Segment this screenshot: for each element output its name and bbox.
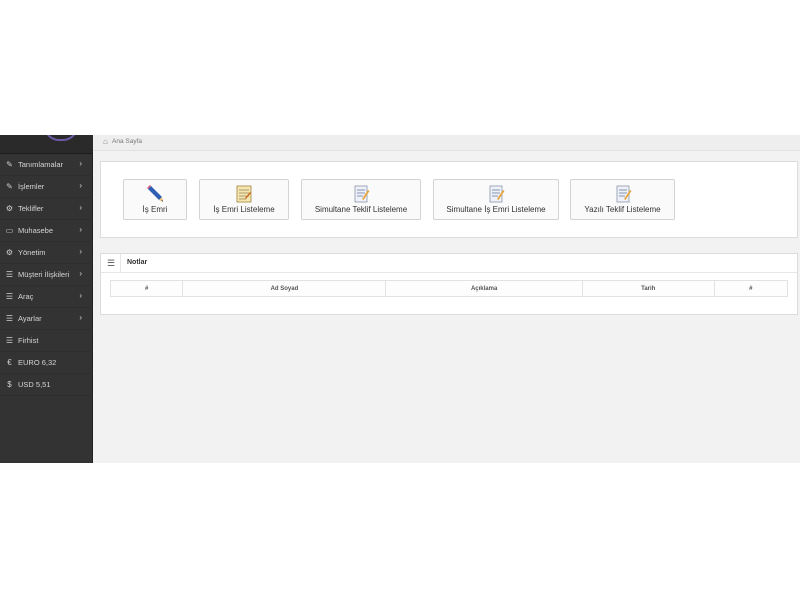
sidebar-item-label: Muhasebe xyxy=(18,226,54,235)
sidebar-item-euro-rate[interactable]: € EURO 6,32 xyxy=(0,352,93,374)
sidebar-item-muhasebe[interactable]: ▭ Muhasebe › xyxy=(0,220,93,242)
is-emri-listeleme-button[interactable]: İş Emri Listeleme xyxy=(199,179,289,220)
button-label: İş Emri Listeleme xyxy=(213,205,275,214)
sidebar-item-label: Teklifler xyxy=(18,204,44,213)
logo[interactable] xyxy=(44,135,78,141)
sidebar-item-firhist[interactable]: ☰ Firhist xyxy=(0,330,93,352)
column-header-tarih[interactable]: Tarih xyxy=(581,280,715,297)
notepad-icon xyxy=(236,185,252,203)
gears-icon: ⚙ xyxy=(5,248,14,257)
list-icon: ☰ xyxy=(5,314,14,323)
sidebar-menu: ✎ Tanımlamalar › ✎ İşlemler › ⚙ Teklifle… xyxy=(0,154,93,396)
logo-area xyxy=(0,135,93,154)
sidebar-item-label: Firhist xyxy=(18,336,39,345)
home-icon[interactable]: ⌂ xyxy=(103,137,108,146)
breadcrumb-home-link[interactable]: Ana Sayfa xyxy=(112,138,142,145)
document-edit-icon xyxy=(354,185,370,203)
list-icon: ☰ xyxy=(5,270,14,279)
sidebar-item-label: USD 5,51 xyxy=(18,380,51,389)
document-edit-icon xyxy=(616,185,631,203)
pencil-icon xyxy=(147,185,163,202)
dollar-icon: $ xyxy=(7,380,12,389)
button-label: Yazılı Teklif Listeleme xyxy=(584,205,661,214)
sidebar-item-usd-rate[interactable]: $ USD 5,51 xyxy=(0,374,93,396)
sidebar-item-label: Araç xyxy=(18,292,34,301)
shortcuts-panel: İş Emri İş Emri Listeleme Simultane Tekl… xyxy=(100,161,798,238)
sidebar-item-label: Ayarlar xyxy=(18,314,42,323)
sidebar-item-teklifler[interactable]: ⚙ Teklifler › xyxy=(0,198,93,220)
chevron-right-icon: › xyxy=(79,269,82,278)
app-shell: ✎ Tanımlamalar › ✎ İşlemler › ⚙ Teklifle… xyxy=(0,135,800,463)
chevron-right-icon: › xyxy=(79,247,82,256)
list-icon: ☰ xyxy=(5,292,14,301)
euro-icon: € xyxy=(7,358,12,367)
sidebar-item-ayarlar[interactable]: ☰ Ayarlar › xyxy=(0,308,93,330)
button-label: Simultane İş Emri Listeleme xyxy=(446,205,546,214)
chevron-right-icon: › xyxy=(79,225,82,234)
sidebar-item-islemler[interactable]: ✎ İşlemler › xyxy=(0,176,93,198)
hamburger-icon[interactable]: ☰ xyxy=(107,258,115,269)
column-header-actions[interactable]: # xyxy=(713,280,789,297)
sidebar-item-label: Tanımlamalar xyxy=(18,160,64,169)
gears-icon: ⚙ xyxy=(5,204,14,213)
sidebar-item-yonetim[interactable]: ⚙ Yönetim › xyxy=(0,242,93,264)
notes-title: Notlar xyxy=(127,259,148,266)
pencil-icon: ✎ xyxy=(6,182,13,191)
yazili-teklif-listeleme-button[interactable]: Yazılı Teklif Listeleme xyxy=(570,179,675,220)
column-header-index[interactable]: # xyxy=(109,280,184,297)
chevron-right-icon: › xyxy=(79,203,82,212)
sidebar-item-tanimlamalar[interactable]: ✎ Tanımlamalar › xyxy=(0,154,93,176)
sidebar-item-arac[interactable]: ☰ Araç › xyxy=(0,286,93,308)
button-label: İş Emri xyxy=(142,205,168,214)
chevron-right-icon: › xyxy=(79,313,82,322)
sidebar-item-musteri-iliskileri[interactable]: ☰ Müşteri İlişkileri › xyxy=(0,264,93,286)
notes-table: # Ad Soyad Açıklama Tarih # xyxy=(109,280,789,297)
sidebar-item-label: Yönetim xyxy=(18,248,46,257)
simultane-is-emri-listeleme-button[interactable]: Simultane İş Emri Listeleme xyxy=(433,179,559,220)
sidebar-item-label: İşlemler xyxy=(18,182,45,191)
sidebar-item-label: Müşteri İlişkileri xyxy=(18,270,70,279)
money-icon: ▭ xyxy=(5,226,14,235)
is-emri-button[interactable]: İş Emri xyxy=(123,179,187,220)
notes-table-header-row: # Ad Soyad Açıklama Tarih # xyxy=(109,280,789,297)
chevron-right-icon: › xyxy=(79,159,82,168)
chevron-right-icon: › xyxy=(79,291,82,300)
document-edit-icon xyxy=(489,185,505,203)
header-divider xyxy=(120,254,121,272)
column-header-aciklama[interactable]: Açıklama xyxy=(385,280,583,297)
breadcrumb: ⌂ Ana Sayfa xyxy=(93,135,800,151)
chevron-right-icon: › xyxy=(79,181,82,190)
pencil-icon: ✎ xyxy=(6,160,13,169)
simultane-teklif-listeleme-button[interactable]: Simultane Teklif Listeleme xyxy=(301,179,421,220)
list-icon: ☰ xyxy=(5,336,14,345)
column-header-ad-soyad[interactable]: Ad Soyad xyxy=(182,280,387,297)
button-label: Simultane Teklif Listeleme xyxy=(314,205,408,214)
notes-panel: ☰ Notlar # Ad Soyad Açıklama Tarih # xyxy=(100,253,798,315)
sidebar: ✎ Tanımlamalar › ✎ İşlemler › ⚙ Teklifle… xyxy=(0,135,93,463)
sidebar-item-label: EURO 6,32 xyxy=(18,358,57,367)
notes-panel-header: ☰ Notlar xyxy=(101,254,797,273)
